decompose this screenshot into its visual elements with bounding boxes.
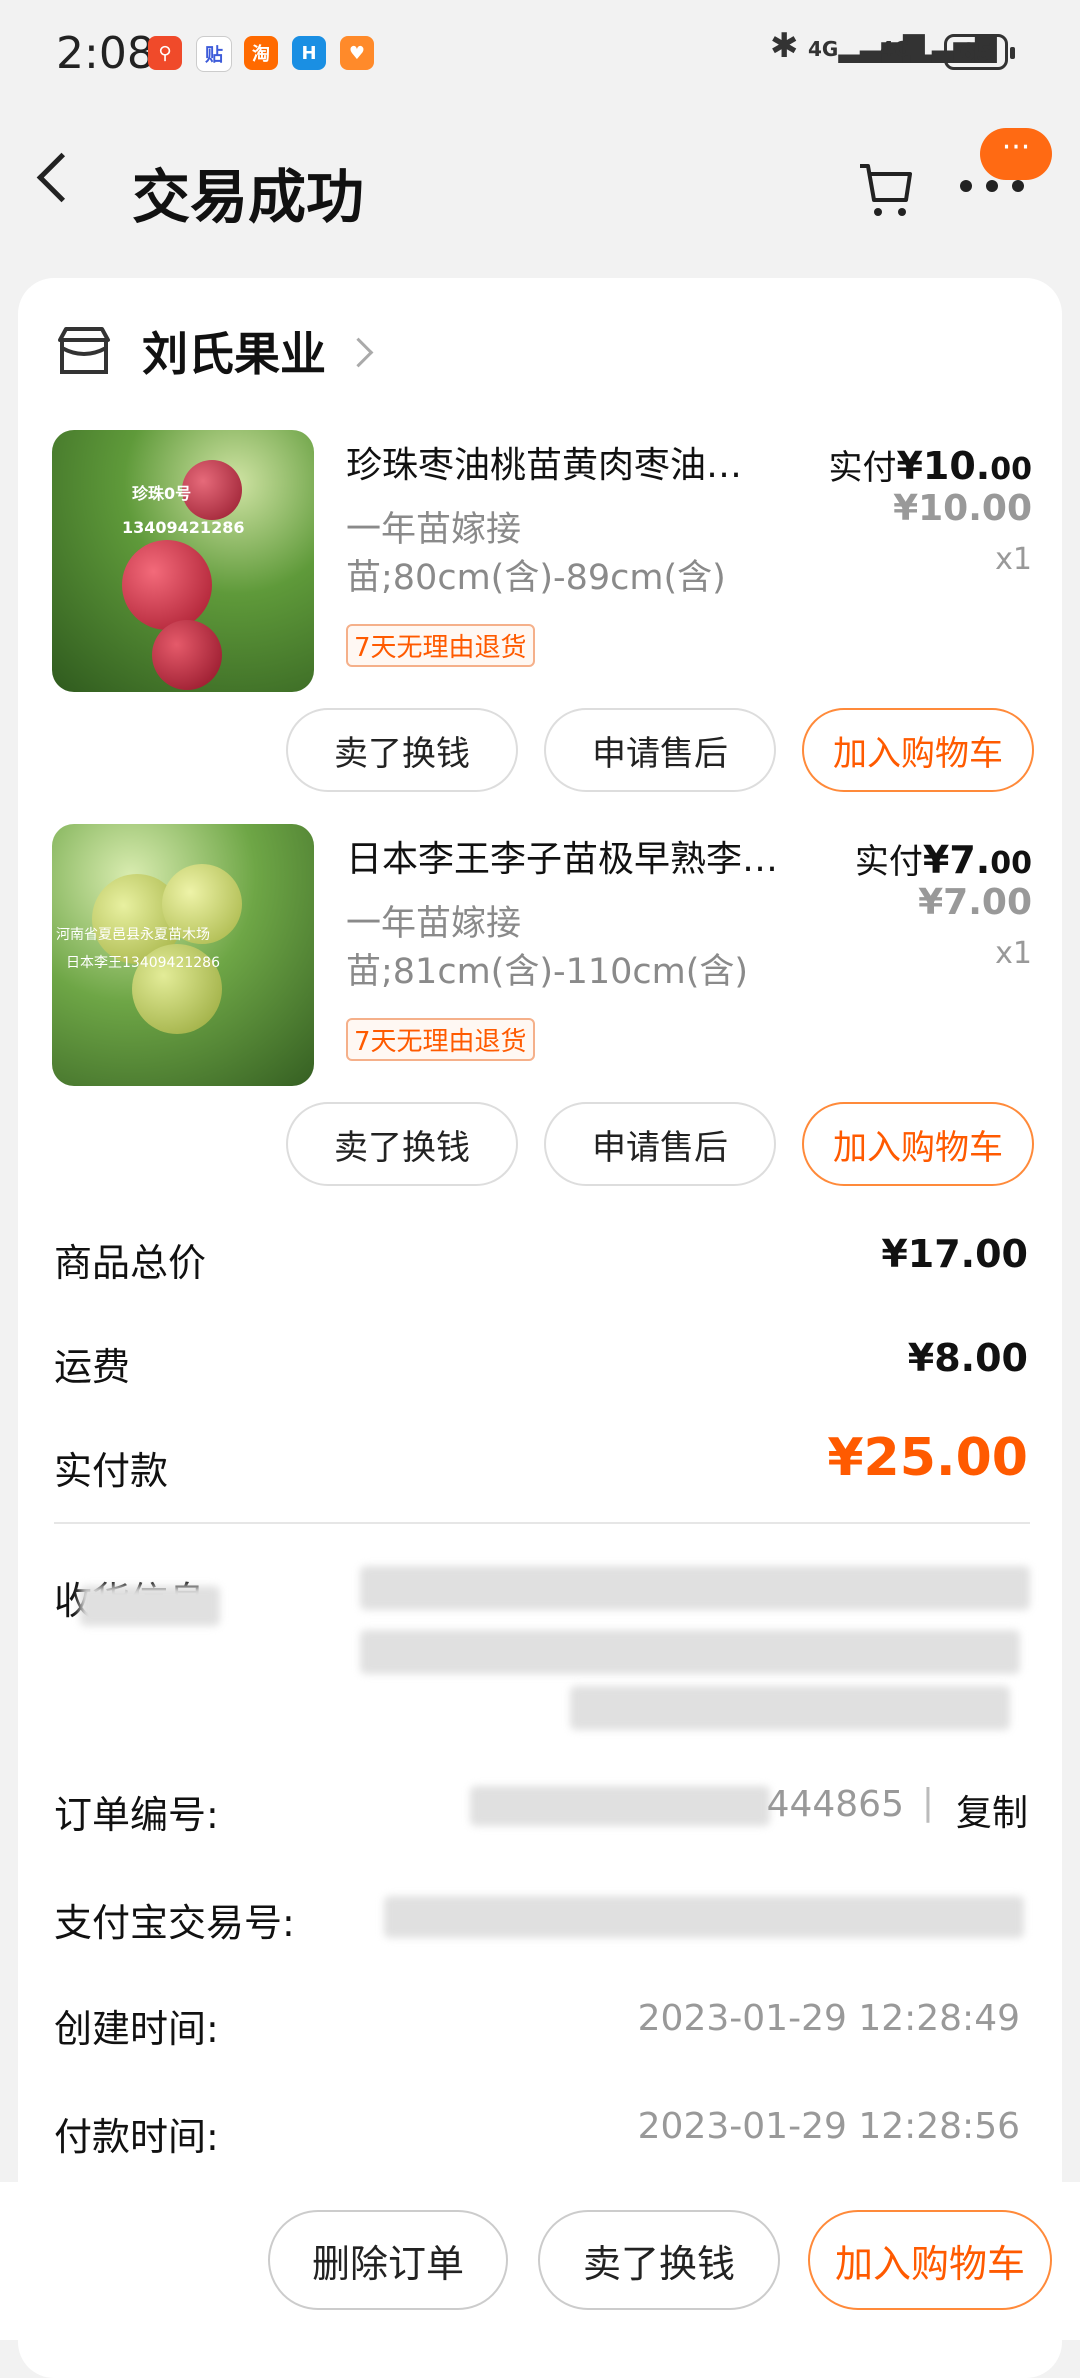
taobao-icon: 淘	[244, 36, 278, 70]
status-bar: 2:08 ⚲ 贴 淘 H ♥ ✱ 4G▂▃▅▇ 4G▂▃▅▇ 65	[0, 0, 1080, 110]
total-value: ¥25.00	[827, 1428, 1028, 1488]
back-icon[interactable]	[36, 152, 87, 203]
add-to-cart-button[interactable]: 加入购物车	[808, 2210, 1052, 2310]
alipay-label: 支付宝交易号:	[54, 1901, 295, 1945]
redacted-order-number	[470, 1786, 770, 1826]
return-policy-tag: 7天无理由退货	[346, 624, 535, 667]
product-spec: 一年苗嫁接苗;81cm(含)-110cm(含)	[346, 904, 749, 992]
product-image[interactable]: 珍珠0号 13409421286	[52, 430, 314, 692]
watermark-text: 日本李王13409421286	[66, 955, 220, 971]
app-notification-icon: ⚲	[148, 36, 182, 70]
add-to-cart-button[interactable]: 加入购物车	[802, 1102, 1034, 1186]
original-price: ¥10.00	[893, 488, 1032, 529]
product-title[interactable]: 珍珠枣油桃苗黄肉枣油…	[346, 436, 816, 488]
copy-button[interactable]: 复制	[956, 1784, 1028, 1836]
redacted-address	[80, 1586, 220, 1626]
sell-button[interactable]: 卖了换钱	[286, 708, 518, 792]
app-heart-icon: ♥	[340, 36, 374, 70]
shop-icon	[58, 327, 110, 374]
sell-button[interactable]: 卖了换钱	[538, 2210, 780, 2310]
return-policy-tag: 7天无理由退货	[346, 1018, 535, 1061]
created-time-value: 2023-01-29 12:28:49	[637, 1998, 1020, 2039]
bluetooth-icon: ✱	[770, 26, 799, 66]
original-price: ¥7.00	[918, 882, 1032, 923]
sell-button[interactable]: 卖了换钱	[286, 1102, 518, 1186]
battery-icon: 65	[944, 34, 1015, 70]
watermark-text: 13409421286	[122, 518, 245, 537]
more-icon[interactable]	[960, 180, 1024, 192]
paid-price: 实付¥7.00	[854, 838, 1032, 882]
quantity: x1	[995, 936, 1032, 971]
paid-time-label: 付款时间:	[54, 2115, 219, 2159]
paid-time-value: 2023-01-29 12:28:56	[637, 2106, 1020, 2147]
product-title[interactable]: 日本李王李子苗极早熟李…	[346, 830, 836, 882]
add-to-cart-button[interactable]: 加入购物车	[802, 708, 1034, 792]
subtotal-value: ¥17.00	[881, 1232, 1028, 1276]
redacted-address	[570, 1686, 1010, 1730]
separator: |	[921, 1782, 934, 1823]
delete-order-button[interactable]: 删除订单	[268, 2210, 508, 2310]
divider	[54, 1522, 1030, 1524]
watermark-text: 珍珠0号	[132, 484, 192, 503]
cart-icon[interactable]	[858, 160, 914, 220]
product-image[interactable]: 河南省夏邑县永夏苗木场 日本李王13409421286	[52, 824, 314, 1086]
quantity: x1	[995, 542, 1032, 577]
total-label: 实付款	[54, 1449, 169, 1493]
created-time-label: 创建时间:	[54, 2007, 219, 2051]
tieba-icon: 贴	[196, 36, 232, 72]
after-sales-button[interactable]: 申请售后	[544, 708, 776, 792]
page-title: 交易成功	[132, 163, 365, 231]
shipping-value: ¥8.00	[907, 1336, 1028, 1380]
shop-name[interactable]: 刘氏果业	[142, 318, 326, 384]
app-h-icon: H	[292, 36, 326, 70]
subtotal-label: 商品总价	[54, 1241, 207, 1285]
message-badge[interactable]: ···	[980, 128, 1052, 180]
after-sales-button[interactable]: 申请售后	[544, 1102, 776, 1186]
order-number-label: 订单编号:	[54, 1793, 219, 1837]
product-spec: 一年苗嫁接苗;80cm(含)-89cm(含)	[346, 510, 726, 598]
redacted-address	[360, 1630, 1020, 1674]
shipping-label: 运费	[54, 1345, 131, 1389]
status-time: 2:08	[56, 28, 155, 79]
redacted-alipay-number	[384, 1896, 1024, 1938]
paid-price: 实付¥10.00	[828, 444, 1032, 488]
order-number-value: 444865	[766, 1784, 904, 1825]
redacted-address	[360, 1566, 1030, 1610]
watermark-text: 河南省夏邑县永夏苗木场	[56, 927, 210, 943]
